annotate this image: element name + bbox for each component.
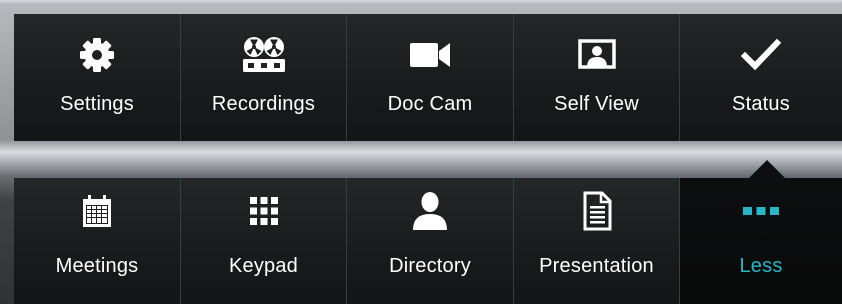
calendar-icon [14,192,180,230]
meetings-button[interactable]: Meetings [14,178,181,304]
recordings-button[interactable]: Recordings [181,14,347,141]
directory-label: Directory [389,255,471,277]
status-button[interactable]: Status [680,14,842,141]
doc-cam-button[interactable]: Doc Cam [347,14,514,141]
camera-icon [347,36,513,74]
presentation-label: Presentation [539,255,654,277]
doc-cam-label: Doc Cam [387,93,473,115]
less-label: Less [739,255,783,277]
keypad-label: Keypad [228,255,299,277]
checkmark-icon [680,36,842,74]
meetings-label: Meetings [55,255,139,277]
more-dots-icon [680,192,842,230]
less-button[interactable]: Less [680,178,842,304]
status-label: Status [732,93,790,115]
bottom-menu-row: Meetings Keypad Directory Presentation L… [14,178,842,304]
recorder-icon [181,36,346,74]
keypad-icon [181,192,346,230]
presentation-button[interactable]: Presentation [514,178,680,304]
settings-button[interactable]: Settings [14,14,181,141]
directory-button[interactable]: Directory [347,178,514,304]
self-view-button[interactable]: Self View [514,14,680,141]
document-icon [514,191,679,231]
gear-icon [14,36,180,74]
recordings-label: Recordings [211,93,316,115]
person-icon [347,192,513,230]
settings-label: Settings [60,93,134,115]
keypad-button[interactable]: Keypad [181,178,347,304]
self-view-label: Self View [554,93,639,115]
self-view-icon [514,36,679,74]
active-menu-caret [749,160,785,178]
top-menu-row: Settings Recordings Doc Cam Self View St… [14,14,842,141]
